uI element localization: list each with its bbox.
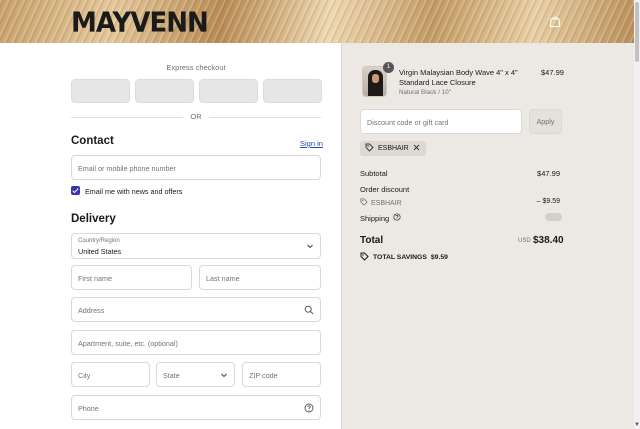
close-icon[interactable] <box>413 144 420 153</box>
total-currency: USD <box>518 238 531 244</box>
email-placeholder: Email or mobile phone number <box>78 164 176 173</box>
phone-placeholder: Phone <box>78 404 99 413</box>
discount-value: – $9.59 <box>536 198 560 205</box>
last-name-placeholder: Last name <box>206 274 240 283</box>
savings-value: $9.59 <box>430 254 448 261</box>
city-placeholder: City <box>78 371 91 380</box>
last-name-field[interactable]: Last name <box>199 265 321 290</box>
chevron-down-icon <box>220 371 228 381</box>
order-summary: 1 Virgin Malaysian Body Wave 4" x 4" Sta… <box>341 43 634 429</box>
scroll-down-arrow-icon[interactable]: ▼ <box>634 422 640 428</box>
or-divider: OR <box>71 112 321 122</box>
apartment-placeholder: Apartment, suite, etc. (optional) <box>78 339 178 348</box>
express-pay-button-2[interactable] <box>135 79 194 103</box>
discount-code-row: ESBHAIR <box>360 198 402 208</box>
apply-button[interactable]: Apply <box>529 109 562 134</box>
scrollbar-thumb[interactable] <box>635 2 639 62</box>
first-name-placeholder: First name <box>78 274 112 283</box>
subtotal-value: $47.99 <box>537 169 560 178</box>
express-pay-button-4[interactable] <box>263 79 322 103</box>
sign-in-link[interactable]: Sign in <box>300 139 323 148</box>
shipping-label: Shipping <box>360 213 390 223</box>
tag-icon <box>360 252 369 263</box>
subtotal-label: Subtotal <box>360 169 388 178</box>
discount-placeholder: Discount code or gift card <box>367 118 449 127</box>
savings-label: TOTAL SAVINGS <box>373 254 427 261</box>
product-variant: Natural Black / 10" <box>399 89 451 96</box>
first-name-field[interactable]: First name <box>71 265 192 290</box>
shipping-value-placeholder <box>545 213 562 221</box>
total-value: $38.40 <box>533 235 564 246</box>
state-placeholder: State <box>163 371 180 380</box>
page-scrollbar[interactable]: ▼ <box>634 0 640 429</box>
country-label: Country/Region <box>78 238 120 244</box>
checkout-form: Express checkout OR Contact Sign in Emai… <box>0 43 341 429</box>
phone-field[interactable]: Phone <box>71 395 321 420</box>
address-field[interactable]: Address <box>71 297 321 322</box>
brand-logo[interactable]: MAYVENN <box>71 7 209 39</box>
total-label: Total <box>360 235 384 246</box>
quantity-badge: 1 <box>383 62 394 73</box>
email-field[interactable]: Email or mobile phone number <box>71 155 321 180</box>
help-circle-icon[interactable] <box>393 213 401 223</box>
chevron-down-icon <box>306 242 314 252</box>
zip-placeholder: ZIP code <box>249 371 278 380</box>
applied-code-label: ESBHAIR <box>378 145 409 152</box>
contact-heading: Contact <box>71 135 114 147</box>
tag-icon <box>360 198 368 208</box>
country-value: United States <box>78 247 122 256</box>
search-icon <box>304 305 314 317</box>
news-checkbox-label: Email me with news and offers <box>85 187 183 196</box>
apartment-field[interactable]: Apartment, suite, etc. (optional) <box>71 330 321 355</box>
tag-icon <box>365 143 374 154</box>
country-select[interactable]: Country/Region United States <box>71 233 321 259</box>
express-checkout-title: Express checkout <box>166 63 226 72</box>
help-circle-icon[interactable] <box>304 403 314 415</box>
header-banner: MAYVENN <box>0 0 634 43</box>
express-pay-button-3[interactable] <box>199 79 258 103</box>
applied-code-chip: ESBHAIR <box>360 141 426 156</box>
product-price: $47.99 <box>541 68 564 77</box>
shopping-bag-icon[interactable] <box>548 14 562 30</box>
delivery-heading: Delivery <box>71 213 116 225</box>
address-placeholder: Address <box>78 306 105 315</box>
product-name: Virgin Malaysian Body Wave 4" x 4" Stand… <box>399 68 518 87</box>
order-discount-label: Order discount <box>360 185 410 194</box>
news-checkbox[interactable] <box>71 186 80 195</box>
total-savings: TOTAL SAVINGS $9.59 <box>360 252 448 263</box>
zip-field[interactable]: ZIP code <box>242 362 321 387</box>
city-field[interactable]: City <box>71 362 150 387</box>
state-select[interactable]: State <box>156 362 235 387</box>
discount-code-input[interactable]: Discount code or gift card <box>360 109 522 134</box>
express-pay-button-1[interactable] <box>71 79 130 103</box>
shipping-row: Shipping <box>360 213 401 223</box>
discount-code-label: ESBHAIR <box>371 199 402 207</box>
